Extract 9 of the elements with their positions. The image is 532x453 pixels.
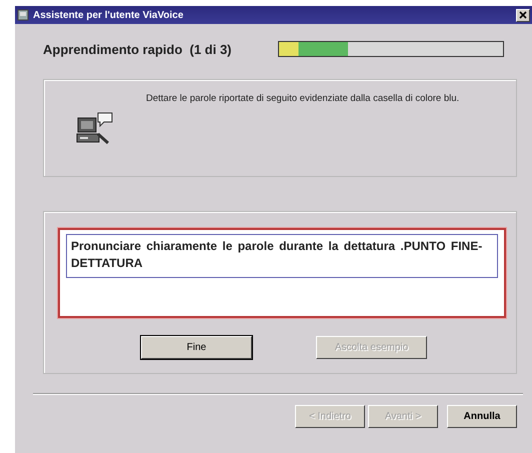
close-icon: [518, 10, 528, 20]
cancel-button[interactable]: Annulla: [447, 405, 517, 428]
app-icon: [17, 9, 29, 21]
highlighted-text: Pronunciare chiaramente le parole durante la dettatura .PUNTO FINE-DETTATURA: [66, 234, 498, 278]
instruction-text: Dettare le parole riportate di seguito evidenziate dalla casella di colore blu.: [146, 93, 460, 105]
close-button[interactable]: [516, 8, 530, 22]
window-title: Assistente per l'utente ViaVoice: [33, 10, 184, 20]
step-title: Apprendimento rapido (1 di 3): [43, 42, 233, 56]
finish-button[interactable]: Fine: [141, 336, 252, 359]
